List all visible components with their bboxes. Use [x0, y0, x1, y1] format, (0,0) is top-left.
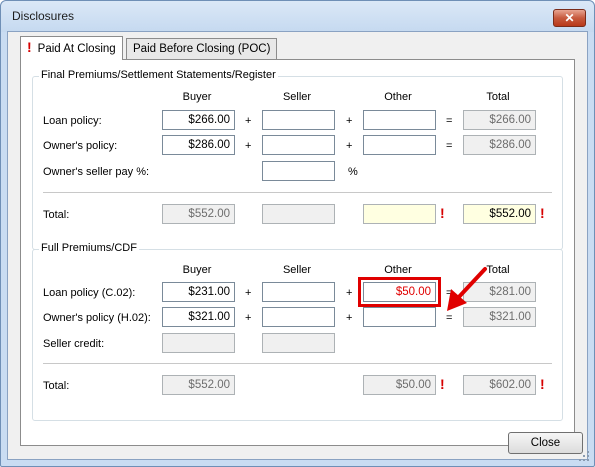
warning-icon: ! — [540, 376, 545, 392]
plus-sign: + — [346, 287, 353, 299]
warning-icon: ! — [540, 205, 545, 221]
loan-policy-total-field: $266.00 — [463, 110, 536, 130]
window-close-icon[interactable]: ✕ — [553, 9, 586, 27]
plus-sign: + — [245, 140, 252, 152]
resize-grip-icon[interactable] — [579, 451, 591, 463]
owners-policy-total-field: $286.00 — [463, 135, 536, 155]
window-title: Disclosures — [12, 9, 75, 23]
loan-policy-seller-input[interactable] — [262, 110, 335, 130]
separator — [43, 363, 552, 364]
close-button[interactable]: Close — [508, 432, 583, 454]
plus-sign: + — [346, 115, 353, 127]
warning-icon: ! — [440, 376, 445, 392]
owners-policy-seller-input[interactable] — [262, 135, 335, 155]
column-header-seller: Seller — [282, 264, 312, 276]
tab-panel: Final Premiums/Settlement Statements/Reg… — [20, 59, 575, 446]
final-premiums-group: Final Premiums/Settlement Statements/Reg… — [32, 69, 563, 250]
tab-warning-icon: ! — [27, 39, 32, 55]
tab-paid-before-closing[interactable]: Paid Before Closing (POC) — [126, 38, 278, 60]
column-header-other: Other — [384, 264, 412, 276]
final-total-total-field: $552.00 — [463, 204, 536, 224]
equals-sign: = — [446, 115, 453, 127]
final-total-seller-field — [262, 204, 335, 224]
plus-sign: + — [245, 115, 252, 127]
loan-policy-buyer-input[interactable]: $266.00 — [162, 110, 235, 130]
final-total-other-field — [363, 204, 436, 224]
column-header-other: Other — [384, 91, 412, 103]
loan-policy-c02-label: Loan policy (C.02): — [43, 287, 136, 299]
loan-policy-c02-seller-input[interactable] — [262, 282, 335, 302]
loan-policy-label: Loan policy: — [43, 115, 102, 127]
group-title: Full Premiums/CDF — [39, 242, 139, 254]
loan-policy-other-input[interactable] — [363, 110, 436, 130]
seller-credit-seller-field — [262, 333, 335, 353]
seller-credit-label: Seller credit: — [43, 338, 105, 350]
group-title: Final Premiums/Settlement Statements/Reg… — [39, 69, 278, 81]
owners-policy-label: Owner's policy: — [43, 140, 118, 152]
column-header-buyer: Buyer — [182, 264, 212, 276]
seller-credit-buyer-field — [162, 333, 235, 353]
separator — [43, 192, 552, 193]
final-total-label: Total: — [43, 209, 70, 221]
plus-sign: + — [346, 312, 353, 324]
owners-policy-h02-label: Owner's policy (H.02): — [43, 312, 151, 324]
column-header-total: Total — [486, 91, 510, 103]
owners-seller-pay-input[interactable] — [262, 161, 335, 181]
plus-sign: + — [245, 287, 252, 299]
full-total-buyer-field: $552.00 — [162, 375, 235, 395]
disclosures-window: Disclosures ✕ ! Paid At Closing Paid Befo… — [0, 0, 595, 467]
column-header-seller: Seller — [282, 91, 312, 103]
owners-policy-h02-buyer-input[interactable]: $321.00 — [162, 307, 235, 327]
full-total-label: Total: — [43, 380, 70, 392]
full-total-total-field: $602.00 — [463, 375, 536, 395]
column-header-buyer: Buyer — [182, 91, 212, 103]
final-total-buyer-field: $552.00 — [162, 204, 235, 224]
tab-label: Paid At Closing — [37, 43, 116, 55]
full-total-other-field: $50.00 — [363, 375, 436, 395]
owners-policy-h02-seller-input[interactable] — [262, 307, 335, 327]
loan-policy-c02-buyer-input[interactable]: $231.00 — [162, 282, 235, 302]
equals-sign: = — [446, 140, 453, 152]
plus-sign: + — [245, 312, 252, 324]
annotation-highlight-box — [358, 277, 441, 307]
plus-sign: + — [346, 140, 353, 152]
annotation-arrow-icon — [447, 267, 487, 311]
title-bar: Disclosures ✕ — [1, 1, 594, 32]
owners-policy-other-input[interactable] — [363, 135, 436, 155]
percent-suffix: % — [348, 166, 358, 178]
tab-paid-at-closing[interactable]: ! Paid At Closing — [20, 36, 123, 60]
owners-policy-buyer-input[interactable]: $286.00 — [162, 135, 235, 155]
owners-seller-pay-label: Owner's seller pay %: — [43, 166, 150, 178]
warning-icon: ! — [440, 205, 445, 221]
owners-policy-h02-other-input[interactable] — [363, 307, 436, 327]
tab-label: Paid Before Closing (POC) — [133, 43, 271, 55]
dialog-body: ! Paid At Closing Paid Before Closing (PO… — [7, 31, 588, 460]
